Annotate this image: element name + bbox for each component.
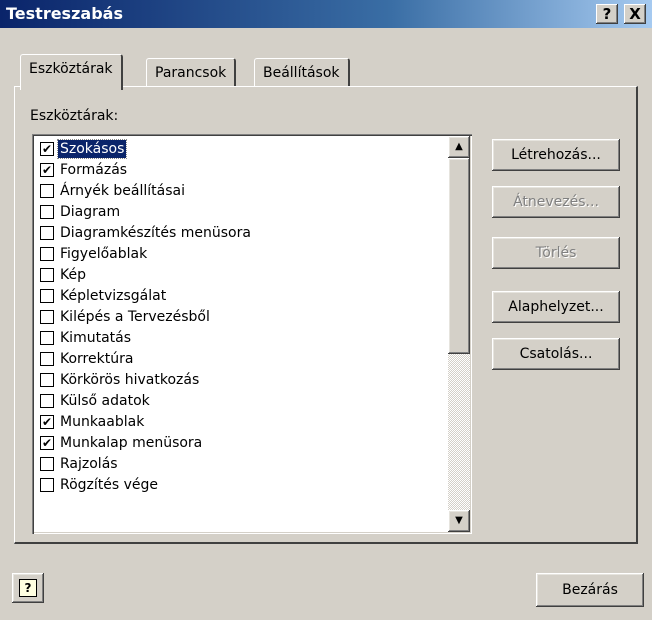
- checked-checkbox[interactable]: ✔: [40, 414, 54, 429]
- toolbar-list-item[interactable]: ✔ Formázás: [36, 159, 448, 180]
- toolbar-list-item[interactable]: Rögzítés vége: [36, 474, 448, 495]
- help-button[interactable]: ?: [12, 573, 44, 603]
- scroll-up-icon[interactable]: ▲: [448, 136, 470, 158]
- new-toolbar-button[interactable]: Létrehozás...: [492, 139, 620, 171]
- scroll-thumb[interactable]: [448, 158, 470, 354]
- reset-toolbar-button[interactable]: Alaphelyzet...: [492, 291, 620, 323]
- toolbars-listbox[interactable]: ✔ Szokásos ✔ Formázás Árnyék beállításai Diag…: [32, 134, 472, 534]
- tab-label: Parancsok: [155, 65, 227, 81]
- toolbar-label: Korrektúra: [60, 350, 134, 367]
- window-title: Testreszabás: [6, 4, 123, 23]
- toolbar-label: Kimutatás: [60, 329, 132, 346]
- tab-parancsok[interactable]: Parancsok: [146, 58, 237, 88]
- help-title-button[interactable]: ?: [596, 4, 618, 24]
- toolbar-label: Külső adatok: [60, 392, 150, 409]
- unchecked-checkbox[interactable]: [40, 456, 54, 471]
- unchecked-checkbox[interactable]: [40, 246, 54, 261]
- toolbar-list-item[interactable]: Körkörös hivatkozás: [36, 369, 448, 390]
- title-bar: Testreszabás ? X: [0, 0, 652, 28]
- toolbar-label: Diagramkészítés menüsora: [60, 224, 251, 241]
- attach-toolbar-button[interactable]: Csatolás...: [492, 338, 620, 370]
- tab-label: Eszköztárak: [29, 61, 113, 77]
- toolbar-list-item[interactable]: Árnyék beállításai: [36, 180, 448, 201]
- vertical-scrollbar[interactable]: ▲ ▼: [448, 136, 470, 532]
- toolbar-rows: ✔ Szokásos ✔ Formázás Árnyék beállításai Diag…: [36, 138, 448, 495]
- toolbar-label: Képletvizsgálat: [60, 287, 167, 304]
- scroll-down-icon[interactable]: ▼: [448, 510, 470, 532]
- toolbar-list-item[interactable]: ✔ Munkaablak: [36, 411, 448, 432]
- unchecked-checkbox[interactable]: [40, 372, 54, 387]
- toolbars-list-label: Eszköztárak:: [30, 108, 119, 124]
- unchecked-checkbox[interactable]: [40, 477, 54, 492]
- unchecked-checkbox[interactable]: [40, 225, 54, 240]
- close-title-button[interactable]: X: [624, 4, 646, 24]
- toolbar-label: Figyelőablak: [60, 245, 148, 262]
- unchecked-checkbox[interactable]: [40, 330, 54, 345]
- toolbar-list-item[interactable]: ✔ Munkalap menüsora: [36, 432, 448, 453]
- toolbar-list-item[interactable]: Képletvizsgálat: [36, 285, 448, 306]
- toolbar-list-item[interactable]: Kimutatás: [36, 327, 448, 348]
- unchecked-checkbox[interactable]: [40, 183, 54, 198]
- toolbar-list-item[interactable]: Külső adatok: [36, 390, 448, 411]
- toolbar-label: Munkalap menüsora: [60, 434, 203, 451]
- unchecked-checkbox[interactable]: [40, 288, 54, 303]
- checked-checkbox[interactable]: ✔: [40, 162, 54, 177]
- unchecked-checkbox[interactable]: [40, 393, 54, 408]
- toolbar-label: Rajzolás: [60, 455, 118, 472]
- toolbar-list-item[interactable]: Kép: [36, 264, 448, 285]
- checked-checkbox[interactable]: ✔: [40, 141, 54, 156]
- toolbar-label: Szokásos: [56, 138, 128, 159]
- tab-beallitasok[interactable]: Beállítások: [254, 58, 350, 88]
- tab-label: Beállítások: [263, 65, 340, 81]
- toolbar-list-item[interactable]: ✔ Szokásos: [36, 138, 448, 159]
- delete-toolbar-button[interactable]: Törlés: [492, 237, 620, 269]
- toolbar-label: Kilépés a Tervezésből: [60, 308, 210, 325]
- toolbar-label: Kép: [60, 266, 86, 283]
- unchecked-checkbox[interactable]: [40, 309, 54, 324]
- toolbar-list-item[interactable]: Diagram: [36, 201, 448, 222]
- toolbar-list-item[interactable]: Kilépés a Tervezésből: [36, 306, 448, 327]
- tab-eszkoztarak[interactable]: Eszköztárak: [20, 54, 123, 90]
- toolbar-label: Rögzítés vége: [60, 476, 159, 493]
- unchecked-checkbox[interactable]: [40, 351, 54, 366]
- unchecked-checkbox[interactable]: [40, 204, 54, 219]
- toolbar-label: Árnyék beállításai: [60, 182, 185, 199]
- toolbar-list-item[interactable]: Figyelőablak: [36, 243, 448, 264]
- toolbar-list-item[interactable]: Rajzolás: [36, 453, 448, 474]
- toolbar-label: Körkörös hivatkozás: [60, 371, 200, 388]
- toolbar-label: Munkaablak: [60, 413, 145, 430]
- toolbar-label: Formázás: [60, 161, 128, 178]
- checked-checkbox[interactable]: ✔: [40, 435, 54, 450]
- close-button[interactable]: Bezárás: [536, 573, 644, 607]
- toolbar-list-item[interactable]: Diagramkészítés menüsora: [36, 222, 448, 243]
- toolbar-label: Diagram: [60, 203, 121, 220]
- rename-toolbar-button[interactable]: Átnevezés...: [492, 186, 620, 218]
- unchecked-checkbox[interactable]: [40, 267, 54, 282]
- question-mark-icon: ?: [19, 579, 37, 597]
- toolbar-list-item[interactable]: Korrektúra: [36, 348, 448, 369]
